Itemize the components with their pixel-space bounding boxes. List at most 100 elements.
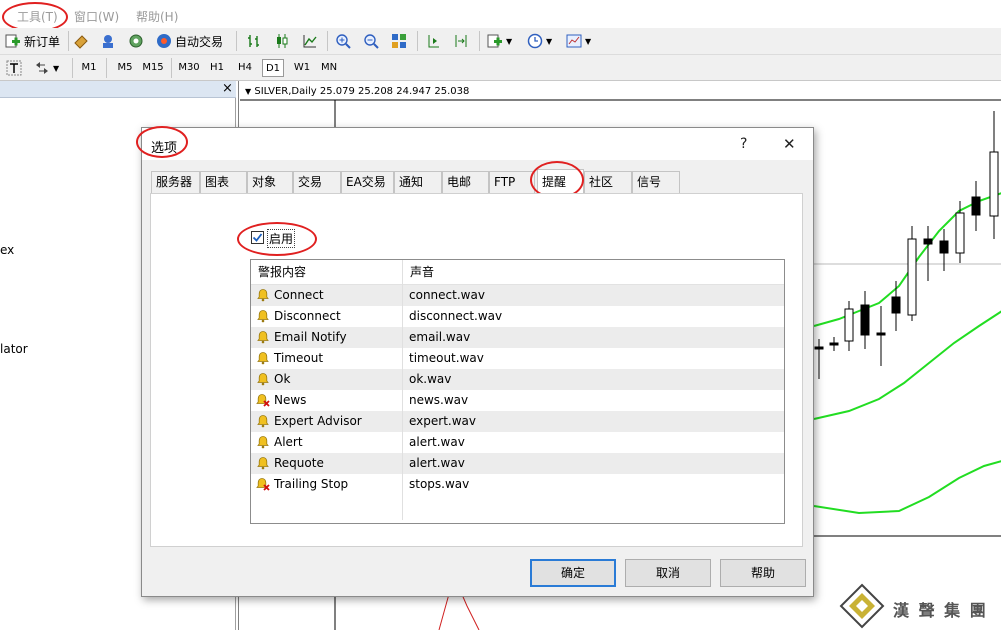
bell-icon bbox=[257, 436, 269, 449]
timeframe-m5[interactable]: M5 bbox=[112, 59, 138, 77]
timeframe-mn[interactable]: MN bbox=[316, 59, 342, 77]
tab-charts[interactable]: 图表 bbox=[200, 171, 247, 193]
toolbar-separator bbox=[417, 31, 418, 51]
auto-scroll-button[interactable] bbox=[453, 31, 469, 51]
chevron-down-icon: ▼ bbox=[53, 63, 60, 73]
column-header-event[interactable]: 警报内容 bbox=[251, 260, 402, 285]
toolbar-separator bbox=[106, 58, 107, 78]
bell-icon bbox=[257, 457, 269, 470]
tab-notifications[interactable]: 通知 bbox=[394, 171, 442, 193]
tab-events[interactable]: 提醒 bbox=[537, 169, 584, 193]
zoom-out-icon bbox=[363, 33, 379, 49]
dialog-title: 选项 bbox=[151, 141, 178, 156]
menu-window[interactable]: 窗口(W) bbox=[74, 8, 119, 25]
event-name-cell: Alert bbox=[274, 435, 303, 449]
navigator-close-button[interactable]: × bbox=[222, 81, 233, 97]
table-row[interactable]: Email Notify email.wav bbox=[251, 327, 784, 348]
tile-windows-icon bbox=[391, 33, 407, 49]
sound-file-cell: disconnect.wav bbox=[409, 309, 503, 323]
candlestick-icon bbox=[274, 33, 290, 49]
auto-trading-label: 自动交易 bbox=[175, 34, 224, 49]
column-header-sound[interactable]: 声音 bbox=[402, 260, 784, 285]
enable-events-checkbox[interactable] bbox=[251, 231, 264, 244]
auto-scroll-icon bbox=[453, 33, 469, 49]
options-dialog: 选项 ? ✕ 服务器 图表 对象 交易 EA交易 通知 电邮 FTP 提醒 社区… bbox=[136, 126, 814, 597]
new-order-button[interactable]: 新订单 bbox=[5, 31, 60, 51]
tile-windows-button[interactable] bbox=[391, 31, 407, 51]
arrows-icon bbox=[34, 60, 50, 76]
dialog-help-button[interactable]: ? bbox=[740, 136, 747, 152]
tab-ftp[interactable]: FTP bbox=[489, 171, 535, 193]
timeframe-m30[interactable]: M30 bbox=[176, 59, 202, 77]
timeframe-h4[interactable]: H4 bbox=[233, 59, 257, 77]
tab-objects[interactable]: 对象 bbox=[247, 171, 293, 193]
tab-server[interactable]: 服务器 bbox=[151, 171, 200, 193]
auto-trading-button[interactable]: 自动交易 bbox=[156, 31, 223, 51]
line-chart-icon bbox=[302, 33, 318, 49]
table-row[interactable]: Requote alert.wav bbox=[251, 453, 784, 474]
table-row[interactable]: Timeout timeout.wav bbox=[251, 348, 784, 369]
ma-slow-line bbox=[813, 460, 1001, 515]
menu-help[interactable]: 帮助(H) bbox=[136, 8, 178, 25]
sound-file-cell: alert.wav bbox=[409, 435, 465, 449]
table-row[interactable]: Connect connect.wav bbox=[251, 285, 784, 306]
ok-button[interactable]: 确定 bbox=[530, 559, 616, 587]
signals-icon bbox=[128, 33, 144, 49]
timeframe-m15[interactable]: M15 bbox=[140, 59, 166, 77]
event-name-cell: Expert Advisor bbox=[274, 414, 362, 428]
bell-disabled-icon bbox=[256, 478, 270, 491]
sound-file-cell: connect.wav bbox=[409, 288, 485, 302]
chevron-down-icon: ▼ bbox=[546, 36, 553, 46]
tab-community[interactable]: 社区 bbox=[584, 171, 632, 193]
menu-tools[interactable]: 工具(T) bbox=[17, 8, 58, 25]
history-center-button[interactable] bbox=[73, 31, 89, 51]
text-tool-button[interactable] bbox=[6, 58, 22, 78]
new-order-label: 新订单 bbox=[24, 34, 61, 49]
arrows-tool-button[interactable]: ▼ bbox=[34, 58, 59, 78]
bell-icon bbox=[257, 352, 269, 365]
indicators-button[interactable]: ▼ bbox=[487, 31, 512, 51]
company-watermark: 漢 聲 集 團 bbox=[837, 581, 1001, 630]
sound-file-cell: email.wav bbox=[409, 330, 471, 344]
table-row[interactable]: Ok ok.wav bbox=[251, 369, 784, 390]
periodicity-toolbar: ▼ M1 M5 M15 M30 H1 H4 D1 W1 MN bbox=[0, 55, 1001, 81]
timeframe-h1[interactable]: H1 bbox=[205, 59, 229, 77]
navigator-item-fragment[interactable]: ex bbox=[0, 243, 14, 257]
table-row[interactable]: Expert Advisor expert.wav bbox=[251, 411, 784, 432]
event-name-cell: Timeout bbox=[274, 351, 324, 365]
timeframe-w1[interactable]: W1 bbox=[290, 59, 314, 77]
navigator-item-fragment[interactable]: lator bbox=[0, 342, 28, 356]
toolbar-separator bbox=[68, 31, 69, 51]
line-chart-button[interactable] bbox=[302, 31, 318, 51]
cancel-button[interactable]: 取消 bbox=[625, 559, 711, 587]
templates-button[interactable]: ▼ bbox=[566, 31, 591, 51]
bell-icon bbox=[257, 415, 269, 428]
candlestick-button[interactable] bbox=[274, 31, 290, 51]
periods-button[interactable]: ▼ bbox=[527, 31, 552, 51]
sound-file-cell: timeout.wav bbox=[409, 351, 484, 365]
tab-trade[interactable]: 交易 bbox=[293, 171, 341, 193]
zoom-in-button[interactable] bbox=[335, 31, 351, 51]
table-row[interactable]: News news.wav bbox=[251, 390, 784, 411]
zoom-out-button[interactable] bbox=[363, 31, 379, 51]
dialog-close-button[interactable]: ✕ bbox=[783, 135, 796, 153]
chevron-down-icon: ▼ bbox=[585, 36, 592, 46]
tab-expert-advisors[interactable]: EA交易 bbox=[341, 171, 394, 193]
chart-window-button[interactable] bbox=[100, 31, 116, 51]
help-button[interactable]: 帮助 bbox=[720, 559, 806, 587]
chart-shift-button[interactable] bbox=[425, 31, 441, 51]
event-name-cell: Requote bbox=[274, 456, 324, 470]
table-row[interactable]: Trailing Stop stops.wav bbox=[251, 474, 784, 495]
enable-events-label[interactable]: 启用 bbox=[267, 229, 296, 248]
tab-signals[interactable]: 信号 bbox=[632, 171, 680, 193]
signals-button[interactable] bbox=[128, 31, 144, 51]
timeframe-m1[interactable]: M1 bbox=[78, 59, 100, 77]
tab-email[interactable]: 电邮 bbox=[442, 171, 489, 193]
table-row[interactable]: Alert alert.wav bbox=[251, 432, 784, 453]
event-name-cell: Trailing Stop bbox=[274, 477, 349, 491]
event-name-cell: Disconnect bbox=[274, 309, 341, 323]
clock-icon bbox=[527, 33, 543, 49]
table-row[interactable]: Disconnect disconnect.wav bbox=[251, 306, 784, 327]
bar-chart-button[interactable] bbox=[246, 31, 262, 51]
timeframe-d1[interactable]: D1 bbox=[262, 59, 284, 77]
